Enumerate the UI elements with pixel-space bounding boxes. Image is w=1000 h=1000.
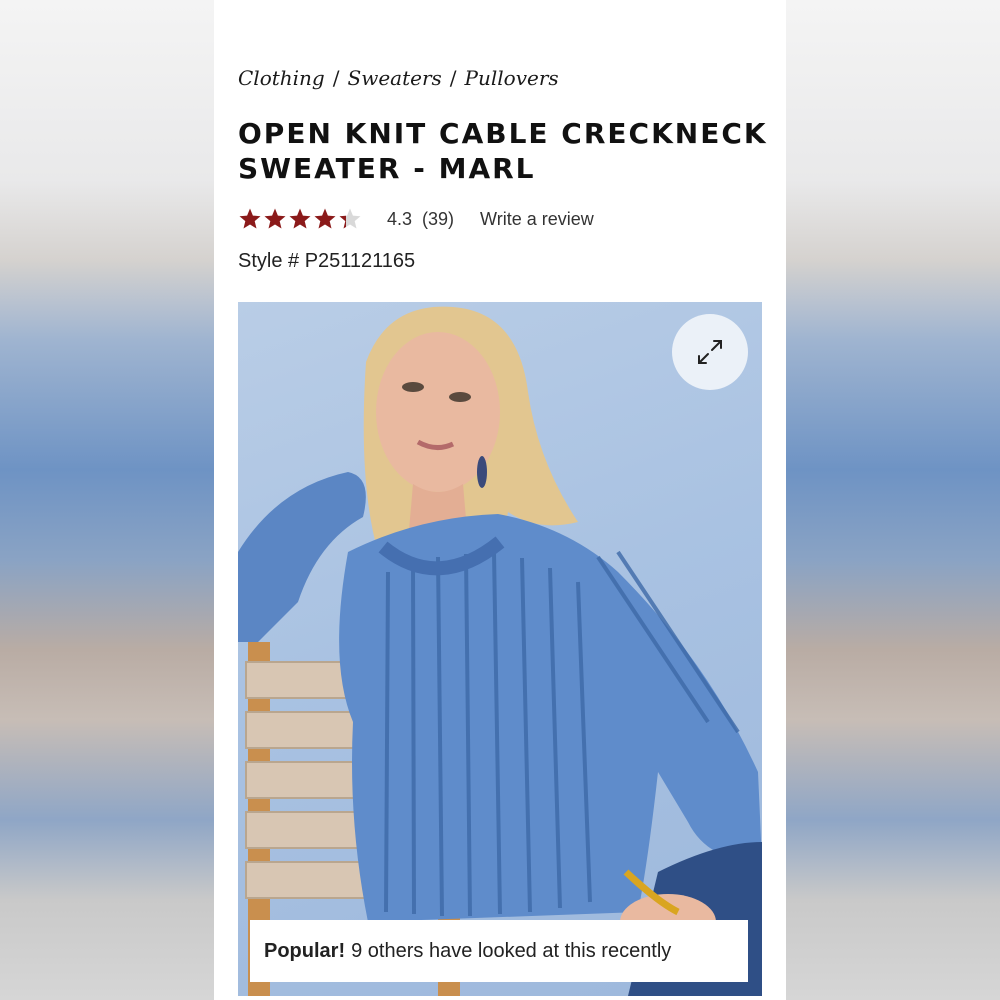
breadcrumb-separator: / <box>332 66 340 90</box>
star-rating[interactable] <box>238 207 363 231</box>
star-icon <box>264 208 286 229</box>
product-title: OPEN KNIT CABLE CRECKNECK SWEATER - MARL <box>238 117 768 185</box>
expand-image-button[interactable] <box>672 314 748 390</box>
popular-banner: Popular! 9 others have looked at this re… <box>250 920 748 982</box>
product-image[interactable]: Popular! 9 others have looked at this re… <box>238 302 762 996</box>
rating-count[interactable]: (39) <box>422 209 454 230</box>
product-page: Clothing / Sweaters / Pullovers OPEN KNIT CA… <box>214 0 786 1000</box>
breadcrumb-pullovers[interactable]: Pullovers <box>465 66 559 90</box>
star-icon <box>314 208 336 229</box>
breadcrumb-clothing[interactable]: Clothing <box>238 66 325 90</box>
breadcrumb-sweaters[interactable]: Sweaters <box>348 66 442 90</box>
popular-label: Popular! <box>264 939 346 962</box>
star-icon <box>239 208 261 229</box>
write-review-link[interactable]: Write a review <box>480 209 594 230</box>
model-photo <box>238 306 762 996</box>
style-number: Style # P251121165 <box>238 250 416 272</box>
star-icon <box>339 208 361 229</box>
popular-text: 9 others have looked at this recently <box>351 939 672 962</box>
rating-row: 4.3 (39) Write a review <box>238 204 594 234</box>
rating-value: 4.3 <box>387 208 413 229</box>
breadcrumb: Clothing / Sweaters / Pullovers <box>238 66 559 90</box>
expand-arrows-icon <box>698 340 722 364</box>
star-icon <box>289 208 311 229</box>
breadcrumb-separator: / <box>449 66 457 90</box>
